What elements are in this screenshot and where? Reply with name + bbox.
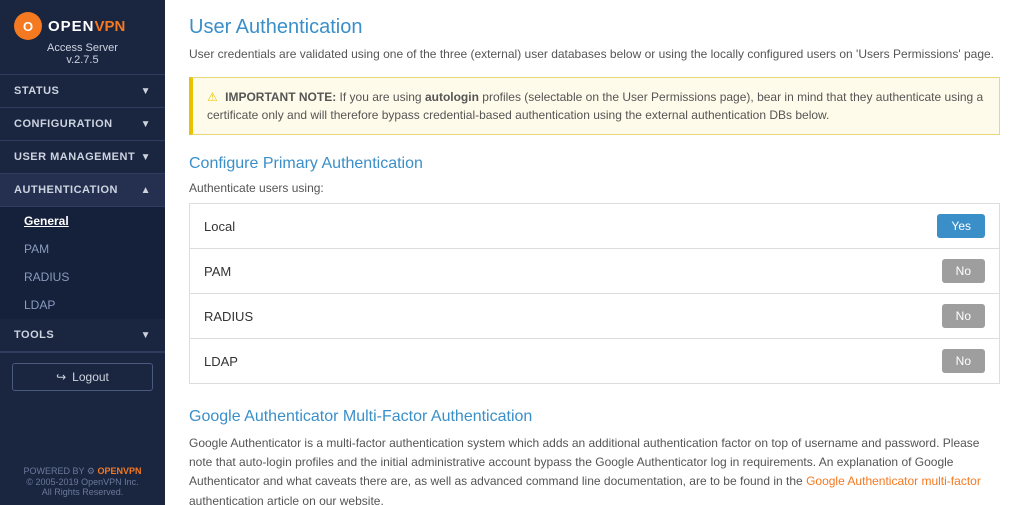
logo-icon: O: [14, 12, 42, 40]
local-yes-button[interactable]: Yes: [937, 214, 985, 238]
table-row: PAM No: [190, 249, 1000, 294]
ldap-no-button[interactable]: No: [942, 349, 985, 373]
sidebar-item-tools-label: TOOLS: [14, 329, 54, 341]
logo-open: OPEN: [48, 18, 95, 35]
pam-method-label: PAM: [190, 249, 920, 294]
mfa-description: Google Authenticator is a multi-factor a…: [189, 434, 1000, 505]
mfa-link[interactable]: Google Authenticator multi-factor: [806, 474, 981, 488]
page-title: User Authentication: [189, 16, 1000, 39]
status-chevron-icon: [141, 86, 151, 97]
logo-subtitle: Access Server: [14, 42, 151, 54]
logout-label: Logout: [72, 370, 109, 384]
sidebar-item-ldap[interactable]: LDAP: [0, 291, 165, 319]
authentication-chevron-icon: [141, 185, 151, 196]
sidebar-item-authentication-label: AUTHENTICATION: [14, 184, 118, 196]
ldap-method-cell: No: [920, 339, 1000, 384]
radius-no-button[interactable]: No: [942, 304, 985, 328]
warning-highlight: autologin: [425, 90, 479, 104]
nav-section: STATUS CONFIGURATION USER MANAGEMENT AUT…: [0, 75, 165, 352]
authenticate-label: Authenticate users using:: [189, 181, 1000, 195]
sidebar-item-pam[interactable]: PAM: [0, 235, 165, 263]
sidebar: O OPENVPN Access Server v.2.7.5 STATUS C…: [0, 0, 165, 505]
pam-no-button[interactable]: No: [942, 259, 985, 283]
sidebar-item-configuration[interactable]: CONFIGURATION: [0, 108, 165, 141]
sidebar-item-general[interactable]: General: [0, 207, 165, 235]
tools-chevron-icon: [141, 330, 151, 341]
warning-icon: ⚠: [207, 90, 218, 104]
logo-vpn: VPN: [95, 18, 126, 35]
logout-section: ↪ Logout: [0, 352, 165, 401]
table-row: LDAP No: [190, 339, 1000, 384]
powered-by-section: POWERED BY ⚙ OPENVPN © 2005-2019 OpenVPN…: [0, 456, 165, 505]
sidebar-logo: O OPENVPN Access Server v.2.7.5: [0, 0, 165, 75]
powered-by-label: POWERED BY ⚙ OPENVPN: [12, 466, 153, 477]
rights-text: All Rights Reserved.: [12, 487, 153, 497]
local-method-cell: Yes: [920, 204, 1000, 249]
openvpn-logo-small: ⚙: [87, 466, 95, 476]
local-method-label: Local: [190, 204, 920, 249]
sidebar-item-user-management-label: USER MANAGEMENT: [14, 151, 135, 163]
sidebar-item-configuration-label: CONFIGURATION: [14, 118, 113, 130]
radius-method-cell: No: [920, 294, 1000, 339]
logout-button[interactable]: ↪ Logout: [12, 363, 153, 391]
logout-icon: ↪: [56, 370, 66, 384]
copyright-text: © 2005-2019 OpenVPN Inc.: [12, 477, 153, 487]
page-description: User credentials are validated using one…: [189, 45, 1000, 63]
sidebar-item-radius[interactable]: RADIUS: [0, 263, 165, 291]
app-version: v.2.7.5: [14, 54, 151, 66]
logo-text: OPENVPN: [48, 18, 125, 35]
sidebar-item-status-label: STATUS: [14, 85, 59, 97]
sidebar-item-authentication[interactable]: AUTHENTICATION: [0, 174, 165, 207]
warning-label: IMPORTANT NOTE:: [225, 90, 336, 104]
pam-method-cell: No: [920, 249, 1000, 294]
sidebar-item-tools[interactable]: TOOLS: [0, 319, 165, 352]
table-row: Local Yes: [190, 204, 1000, 249]
sidebar-item-status[interactable]: STATUS: [0, 75, 165, 108]
main-content: User Authentication User credentials are…: [165, 0, 1024, 505]
mfa-title: Google Authenticator Multi-Factor Authen…: [189, 408, 1000, 426]
openvpn-brand-label: OPENVPN: [97, 466, 141, 476]
authentication-subnav: General PAM RADIUS LDAP: [0, 207, 165, 319]
sidebar-item-user-management[interactable]: USER MANAGEMENT: [0, 141, 165, 174]
ldap-method-label: LDAP: [190, 339, 920, 384]
table-row: RADIUS No: [190, 294, 1000, 339]
primary-auth-title: Configure Primary Authentication: [189, 155, 1000, 173]
radius-method-label: RADIUS: [190, 294, 920, 339]
configuration-chevron-icon: [141, 119, 151, 130]
user-management-chevron-icon: [141, 152, 151, 163]
auth-methods-table: Local Yes PAM No RADIUS No LDAP: [189, 203, 1000, 384]
warning-box: ⚠ IMPORTANT NOTE: If you are using autol…: [189, 77, 1000, 135]
